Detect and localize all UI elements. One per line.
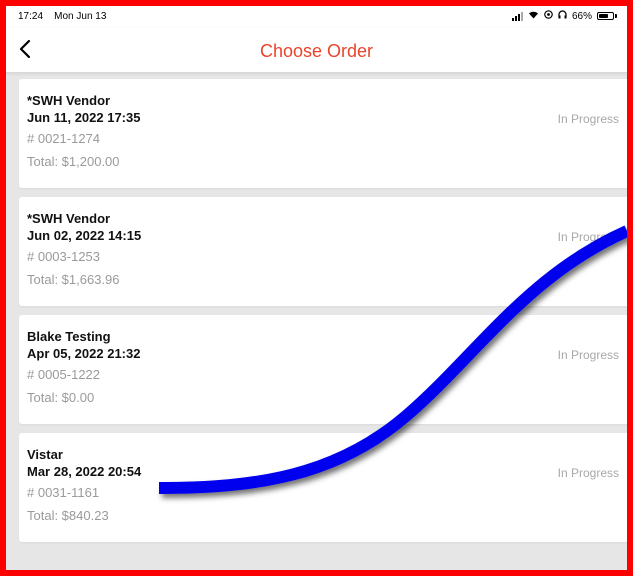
order-status: In Progress [557,230,619,244]
page-title: Choose Order [259,41,374,61]
order-total: Total: $840.23 [27,508,109,523]
order-total: Total: $1,663.96 [27,272,120,287]
order-list: *SWH Vendor Jun 11, 2022 17:35 # 0021-12… [19,79,627,551]
status-date: Mon Jun 13 [54,11,107,22]
order-date: Jun 11, 2022 17:35 [27,110,141,125]
order-vendor: *SWH Vendor [27,211,111,226]
order-total: Total: $0.00 [27,390,95,405]
order-date: Apr 05, 2022 21:32 [27,346,141,361]
order-vendor: *SWH Vendor [27,93,111,108]
battery-icon [597,12,617,20]
order-status: In Progress [557,112,619,126]
navigation-bar: Choose Order [6,28,627,73]
status-time: 17:24 Mon Jun 13 [18,11,106,22]
headphones-icon [558,10,567,22]
battery-percent: 66% [571,10,592,22]
order-number: # 0021-1274 [27,131,101,146]
wifi-icon [528,10,539,22]
order-number: # 0031-1161 [27,485,100,500]
order-card[interactable]: Blake Testing Apr 05, 2022 21:32 # 0005-… [19,315,627,424]
status-bar: 17:24 Mon Jun 13 66% [6,6,627,28]
app-frame: 17:24 Mon Jun 13 66% Choose Order *SWH V… [0,0,633,576]
status-indicators: 66% [511,10,617,22]
order-card[interactable]: *SWH Vendor Jun 11, 2022 17:35 # 0021-12… [19,79,627,188]
status-time-clock: 17:24 [18,11,44,22]
order-number: # 0005-1222 [27,367,101,382]
order-vendor: Vistar [27,447,63,462]
order-card[interactable]: Vistar Mar 28, 2022 20:54 # 0031-1161 To… [19,433,627,542]
order-date: Mar 28, 2022 20:54 [27,464,142,479]
order-date: Jun 02, 2022 14:15 [27,228,142,243]
location-icon [544,10,553,22]
order-total: Total: $1,200.00 [27,154,120,169]
signal-icon [511,11,523,21]
order-status: In Progress [557,466,619,480]
order-number: # 0003-1253 [27,249,101,264]
order-status: In Progress [557,348,619,362]
order-vendor: Blake Testing [27,329,111,344]
order-card[interactable]: *SWH Vendor Jun 02, 2022 14:15 # 0003-12… [19,197,627,306]
